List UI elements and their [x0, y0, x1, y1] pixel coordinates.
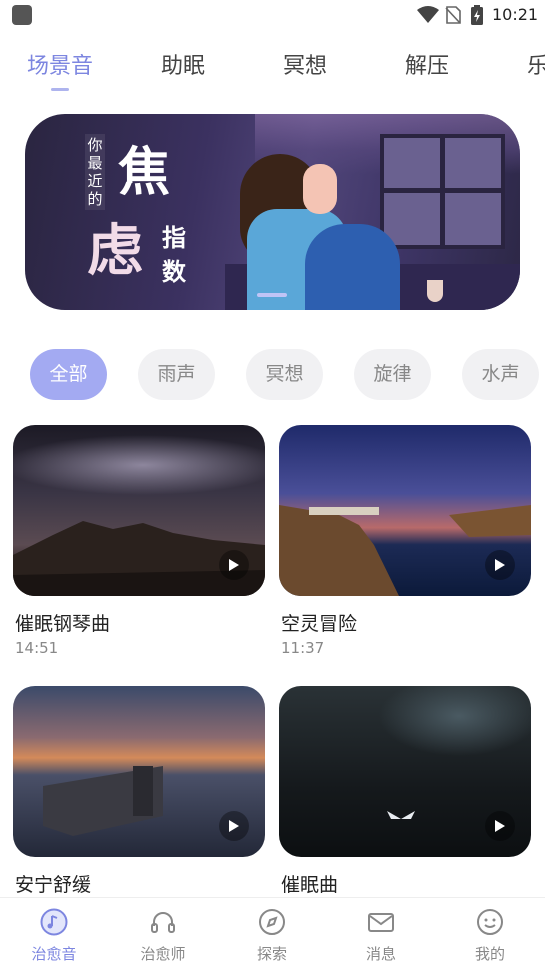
- track-title: 催眠钢琴曲: [15, 613, 111, 635]
- tab-music[interactable]: 乐: [527, 48, 545, 80]
- anxiety-index-banner[interactable]: 你最近的 焦 虑 指 数: [25, 114, 520, 310]
- banner-title-char: 数: [162, 257, 186, 286]
- bottom-navigation: 治愈音 治愈师 探索 消息 我的: [0, 897, 545, 976]
- nav-label: 我的: [474, 945, 505, 963]
- nav-profile[interactable]: 我的: [450, 898, 530, 976]
- smiley-icon: [476, 908, 504, 936]
- nav-healers[interactable]: 治愈师: [123, 898, 203, 976]
- track-title: 安宁舒缓: [15, 874, 92, 896]
- mail-icon: [367, 908, 395, 936]
- status-bar: 10:21: [0, 0, 545, 30]
- banner-page-indicator: [257, 293, 287, 297]
- filter-chip-rain[interactable]: 雨声: [138, 349, 215, 400]
- banner-title-char: 指: [162, 223, 186, 252]
- no-sim-icon: [445, 6, 461, 28]
- track-thumbnail: [13, 686, 265, 857]
- nav-messages[interactable]: 消息: [341, 898, 421, 976]
- headphones-icon: [149, 908, 177, 936]
- nav-healing-sounds[interactable]: 治愈音: [14, 898, 94, 976]
- track-title: 催眠曲: [281, 874, 339, 896]
- nav-label: 消息: [365, 945, 396, 963]
- track-duration: 11:37: [281, 639, 325, 657]
- music-note-icon: [40, 908, 68, 936]
- active-tab-indicator: [51, 88, 69, 91]
- tab-sleep-aid[interactable]: 助眠: [161, 48, 205, 80]
- filter-chip-melody[interactable]: 旋律: [354, 349, 431, 400]
- banner-title-char: 焦: [118, 142, 171, 203]
- play-button[interactable]: [219, 550, 249, 580]
- nav-label: 探索: [256, 945, 287, 963]
- nav-label: 治愈师: [140, 945, 186, 963]
- track-title: 空灵冒险: [281, 613, 358, 635]
- tab-scene-sounds[interactable]: 场景音: [27, 48, 93, 80]
- filter-chip-all[interactable]: 全部: [30, 349, 107, 400]
- track-duration: 14:51: [15, 639, 59, 657]
- wifi-icon: [417, 6, 439, 28]
- battery-icon: [470, 5, 484, 29]
- tab-meditation[interactable]: 冥想: [283, 48, 327, 80]
- tab-stress-relief[interactable]: 解压: [405, 48, 449, 80]
- track-thumbnail: [279, 686, 531, 857]
- banner-subtitle: 你最近的: [85, 134, 105, 210]
- play-button[interactable]: [485, 550, 515, 580]
- notification-app-icon: [12, 5, 32, 25]
- nav-label: 治愈音: [31, 945, 77, 963]
- compass-icon: [258, 908, 286, 936]
- clock: 10:21: [492, 5, 539, 24]
- track-thumbnail: [13, 425, 265, 596]
- banner-title-char: 虑: [87, 218, 143, 284]
- play-button[interactable]: [485, 811, 515, 841]
- filter-chip-water[interactable]: 水声: [462, 349, 539, 400]
- window-illustration: [380, 134, 505, 249]
- track-thumbnail: [279, 425, 531, 596]
- play-button[interactable]: [219, 811, 249, 841]
- category-tabs: 场景音 助眠 冥想 解压 乐: [0, 48, 545, 96]
- nav-explore[interactable]: 探索: [232, 898, 312, 976]
- wine-glass-illustration: [427, 280, 443, 302]
- filter-chip-meditation[interactable]: 冥想: [246, 349, 323, 400]
